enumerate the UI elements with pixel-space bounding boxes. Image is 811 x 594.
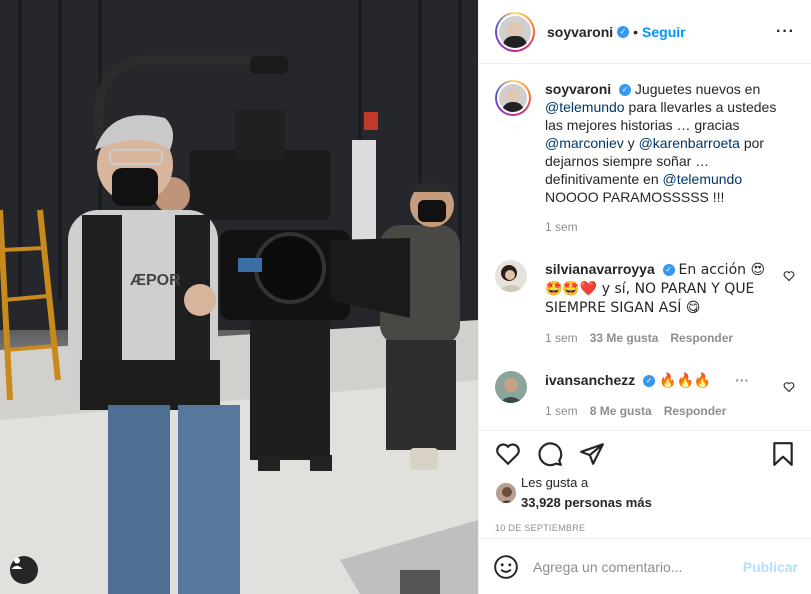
avatar[interactable]	[495, 11, 535, 52]
follow-button[interactable]: Seguir	[642, 24, 686, 40]
caption-meta: 1 sem	[545, 220, 795, 234]
comment-item: ivansanchezz ✓ 🔥🔥🔥 ··· 1 sem 8 Me gusta …	[495, 371, 795, 418]
verified-badge-icon: ✓	[619, 84, 632, 97]
verified-badge-icon: ✓	[617, 25, 630, 38]
avatar[interactable]	[495, 371, 527, 403]
comment-input[interactable]	[533, 558, 743, 575]
comment-meta: 1 sem 33 Me gusta Responder	[545, 331, 775, 345]
likes-text: Les gusta a 33,928 personas más	[521, 473, 652, 513]
comment-time[interactable]: 1 sem	[545, 404, 578, 418]
caption-body: Juguetes nuevos en @telemundo para lleva…	[545, 81, 776, 205]
post-details-panel: soyvaroni ✓ • Seguir ··· soyvaroni ✓ Jug…	[478, 0, 811, 594]
caption-text: soyvaroni ✓ Juguetes nuevos en @telemund…	[545, 80, 795, 206]
avatar[interactable]	[495, 80, 531, 116]
liker-avatar[interactable]	[495, 482, 517, 504]
caption-segment: NOOOO PARAMOSSSSS !!!	[545, 189, 725, 205]
share-icon[interactable]	[579, 441, 605, 467]
caption-segment: y	[623, 135, 639, 151]
comment-username[interactable]: silvianavarroyya	[545, 261, 655, 277]
bookmark-icon[interactable]	[770, 441, 796, 467]
more-options-icon[interactable]: ···	[776, 23, 795, 41]
avatar[interactable]	[495, 260, 527, 292]
add-comment-bar: Publicar	[479, 538, 811, 594]
post-date[interactable]: 10 DE SEPTIEMBRE	[479, 513, 811, 533]
comment-text: 🔥🔥🔥	[659, 373, 712, 389]
verified-badge-icon: ✓	[643, 375, 656, 388]
user-tag-icon[interactable]	[10, 556, 38, 584]
liked-by-prefix: Les gusta a	[521, 475, 589, 490]
post-header: soyvaroni ✓ • Seguir ···	[479, 0, 811, 64]
verified-badge-icon: ✓	[662, 264, 675, 277]
emoji-icon[interactable]	[493, 554, 519, 580]
heart-icon[interactable]	[495, 441, 521, 467]
comments-list[interactable]: soyvaroni ✓ Juguetes nuevos en @telemund…	[479, 64, 811, 430]
comment-options-icon[interactable]: ···	[735, 372, 749, 388]
comment-meta: 1 sem 8 Me gusta Responder	[545, 404, 775, 418]
likes-count[interactable]: 33,928 personas más	[521, 495, 652, 510]
comment-username[interactable]: ivansanchezz	[545, 372, 635, 388]
mention-link[interactable]: @marconiev	[545, 135, 624, 151]
caption-username[interactable]: soyvaroni	[545, 81, 611, 97]
reply-button[interactable]: Responder	[670, 331, 733, 345]
caption-segment: Juguetes nuevos en	[634, 81, 761, 97]
post-photo[interactable]: ÆPOR	[0, 0, 478, 594]
comment-likes[interactable]: 8 Me gusta	[590, 404, 652, 418]
mention-link[interactable]: @karenbarroeta	[639, 135, 740, 151]
comment-item: silvianavarroyya ✓ En acción 😍 🤩🤩❤️ y sí…	[495, 260, 795, 345]
caption: soyvaroni ✓ Juguetes nuevos en @telemund…	[495, 80, 795, 234]
action-bar	[479, 431, 811, 467]
header-separator: •	[633, 23, 639, 40]
header-username[interactable]: soyvaroni	[547, 24, 613, 40]
post-modal: ÆPOR soyvaroni ✓ • Seguir ··· soyvaroni …	[0, 0, 811, 594]
mention-link[interactable]: @telemundo	[663, 171, 743, 187]
comment-heart-icon[interactable]	[783, 381, 795, 393]
mention-link[interactable]: @telemundo	[545, 99, 625, 115]
reply-button[interactable]: Responder	[664, 404, 727, 418]
caption-time[interactable]: 1 sem	[545, 220, 578, 234]
comment-heart-icon[interactable]	[783, 270, 795, 282]
svg-text:ÆPOR: ÆPOR	[130, 272, 181, 289]
comment-time[interactable]: 1 sem	[545, 331, 578, 345]
publish-button[interactable]: Publicar	[743, 559, 798, 575]
likes-summary: Les gusta a 33,928 personas más	[479, 467, 811, 513]
comment-icon[interactable]	[537, 441, 563, 467]
post-actions: Les gusta a 33,928 personas más 10 DE SE…	[479, 430, 811, 594]
photo-illustration: ÆPOR	[0, 0, 478, 594]
comment-likes[interactable]: 33 Me gusta	[590, 331, 659, 345]
